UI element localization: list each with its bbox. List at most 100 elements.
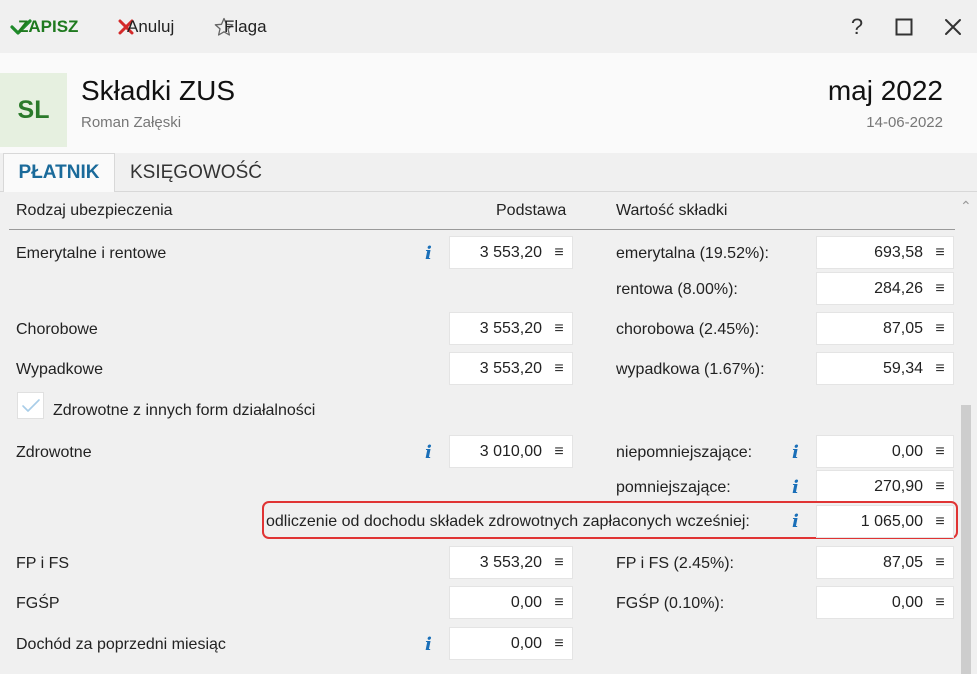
label-chorobowe: Chorobowe bbox=[16, 321, 98, 338]
zdrowotne-inne-checkbox[interactable] bbox=[17, 392, 44, 419]
label-emerytalne-rentowe: Emerytalne i rentowe bbox=[16, 245, 167, 262]
value-wypadkowa-field[interactable]: 59,34 ≡ bbox=[816, 352, 954, 385]
save-button[interactable]: ZAPISZ bbox=[10, 0, 78, 53]
value-fpfs: 87,05 bbox=[882, 553, 923, 571]
avatar: SL bbox=[0, 73, 67, 147]
menu-icon[interactable]: ≡ bbox=[927, 280, 953, 298]
value-fpfs-field[interactable]: 87,05 ≡ bbox=[816, 546, 954, 579]
cancel-button[interactable]: Anuluj bbox=[117, 0, 174, 53]
maximize-button[interactable] bbox=[884, 0, 924, 53]
menu-icon[interactable]: ≡ bbox=[927, 244, 953, 262]
label-niepomniejszajace: niepomniejszające: bbox=[616, 444, 753, 461]
label-rentowa: rentowa (8.00%): bbox=[616, 281, 738, 298]
value-wypadkowa: 59,34 bbox=[882, 359, 923, 377]
close-button[interactable] bbox=[933, 0, 973, 53]
save-label: ZAPISZ bbox=[18, 16, 79, 36]
info-icon[interactable]: i bbox=[425, 442, 432, 463]
info-icon[interactable]: i bbox=[792, 442, 799, 463]
label-chorobowa: chorobowa (2.45%): bbox=[616, 321, 760, 338]
menu-icon[interactable]: ≡ bbox=[927, 360, 953, 378]
info-icon[interactable]: i bbox=[425, 243, 432, 264]
tab-bar: PŁATNIK KSIĘGOWOŚĆ bbox=[0, 153, 977, 193]
scrollbar-thumb[interactable] bbox=[961, 405, 971, 674]
base-wypadkowe-value: 3 553,20 bbox=[479, 359, 542, 377]
tab-platnik[interactable]: PŁATNIK bbox=[3, 153, 115, 193]
cancel-label: Anuluj bbox=[127, 16, 175, 36]
value-niepomniejszajace: 0,00 bbox=[891, 442, 923, 460]
base-zdrowotne-value: 3 010,00 bbox=[479, 442, 542, 460]
menu-icon[interactable]: ≡ bbox=[546, 360, 572, 378]
label-fgsp-value: FGŚP (0.10%): bbox=[616, 595, 725, 612]
base-dochod-field[interactable]: 0,00 ≡ bbox=[449, 627, 573, 660]
value-niepomniejszajace-field[interactable]: 0,00 ≡ bbox=[816, 435, 954, 468]
menu-icon[interactable]: ≡ bbox=[546, 635, 572, 653]
help-icon: ? bbox=[850, 13, 864, 39]
period-label: maj 2022 bbox=[827, 75, 943, 106]
menu-icon[interactable]: ≡ bbox=[927, 443, 953, 461]
value-fgsp-field[interactable]: 0,00 ≡ bbox=[816, 586, 954, 619]
menu-icon[interactable]: ≡ bbox=[546, 443, 572, 461]
label-odliczenie: odliczenie od dochodu składek zdrowotnyc… bbox=[266, 513, 750, 530]
base-fgsp-value: 0,00 bbox=[510, 593, 542, 611]
base-zdrowotne-field[interactable]: 3 010,00 ≡ bbox=[449, 435, 573, 468]
menu-icon[interactable]: ≡ bbox=[546, 594, 572, 612]
value-rentowa: 284,26 bbox=[874, 279, 923, 297]
header-divider bbox=[9, 229, 955, 230]
person-name: Roman Załęski bbox=[81, 114, 182, 131]
base-emerytalne-value: 3 553,20 bbox=[479, 243, 542, 261]
menu-icon[interactable]: ≡ bbox=[927, 478, 953, 496]
value-chorobowa-field[interactable]: 87,05 ≡ bbox=[816, 312, 954, 345]
label-dochod: Dochód za poprzedni miesiąc bbox=[16, 636, 226, 653]
value-odliczenie-field[interactable]: 1 065,00 ≡ bbox=[816, 505, 954, 538]
base-fpfs-value: 3 553,20 bbox=[479, 553, 542, 571]
tab-ksiegowosc[interactable]: KSIĘGOWOŚĆ bbox=[130, 153, 262, 192]
date-label: 14-06-2022 bbox=[866, 114, 943, 131]
maximize-icon bbox=[895, 18, 913, 35]
value-odliczenie: 1 065,00 bbox=[860, 512, 923, 530]
info-icon[interactable]: i bbox=[792, 511, 799, 532]
column-header-type: Rodzaj ubezpieczenia bbox=[16, 202, 173, 219]
info-icon[interactable]: i bbox=[425, 634, 432, 655]
base-emerytalne-field[interactable]: 3 553,20 ≡ bbox=[449, 236, 573, 269]
toolbar: ZAPISZ Anuluj Flaga ? bbox=[0, 0, 977, 53]
label-zdrowotne: Zdrowotne bbox=[16, 444, 92, 461]
checkmark-icon bbox=[21, 398, 40, 412]
label-zdrowotne-inne: Zdrowotne z innych form działalności bbox=[53, 402, 316, 419]
scroll-up-icon[interactable]: ⌃ bbox=[960, 198, 972, 215]
flag-button[interactable]: Flaga bbox=[214, 0, 267, 53]
label-wypadkowe: Wypadkowe bbox=[16, 361, 104, 378]
menu-icon[interactable]: ≡ bbox=[927, 320, 953, 338]
column-header-base: Podstawa bbox=[496, 202, 567, 219]
flag-label: Flaga bbox=[224, 16, 267, 36]
menu-icon[interactable]: ≡ bbox=[546, 320, 572, 338]
base-wypadkowe-field[interactable]: 3 553,20 ≡ bbox=[449, 352, 573, 385]
menu-icon[interactable]: ≡ bbox=[927, 594, 953, 612]
base-fgsp-field[interactable]: 0,00 ≡ bbox=[449, 586, 573, 619]
value-pomniejszajace: 270,90 bbox=[874, 477, 923, 495]
label-emerytalna: emerytalna (19.52%): bbox=[616, 245, 769, 262]
menu-icon[interactable]: ≡ bbox=[546, 554, 572, 572]
document-header: SL Składki ZUS Roman Załęski maj 2022 14… bbox=[0, 53, 977, 153]
help-button[interactable]: ? bbox=[837, 0, 877, 53]
menu-icon[interactable]: ≡ bbox=[927, 513, 953, 531]
base-fpfs-field[interactable]: 3 553,20 ≡ bbox=[449, 546, 573, 579]
base-chorobowe-value: 3 553,20 bbox=[479, 319, 542, 337]
label-wypadkowa: wypadkowa (1.67%): bbox=[616, 361, 765, 378]
contributions-panel: ⌃ Rodzaj ubezpieczenia Podstawa Wartość … bbox=[0, 192, 977, 674]
value-fgsp: 0,00 bbox=[891, 593, 923, 611]
value-rentowa-field[interactable]: 284,26 ≡ bbox=[816, 272, 954, 305]
value-pomniejszajace-field[interactable]: 270,90 ≡ bbox=[816, 470, 954, 503]
column-header-value: Wartość składki bbox=[616, 202, 728, 219]
base-chorobowe-field[interactable]: 3 553,20 ≡ bbox=[449, 312, 573, 345]
label-fgsp: FGŚP bbox=[16, 595, 60, 612]
value-chorobowa: 87,05 bbox=[882, 319, 923, 337]
menu-icon[interactable]: ≡ bbox=[546, 244, 572, 262]
label-fpfs-value: FP i FS (2.45%): bbox=[616, 555, 734, 572]
info-icon[interactable]: i bbox=[792, 477, 799, 498]
menu-icon[interactable]: ≡ bbox=[927, 554, 953, 572]
value-emerytalna-field[interactable]: 693,58 ≡ bbox=[816, 236, 954, 269]
value-emerytalna: 693,58 bbox=[874, 243, 923, 261]
label-fpfs: FP i FS bbox=[16, 555, 70, 572]
page-title: Składki ZUS bbox=[81, 75, 236, 106]
close-icon bbox=[945, 18, 961, 35]
